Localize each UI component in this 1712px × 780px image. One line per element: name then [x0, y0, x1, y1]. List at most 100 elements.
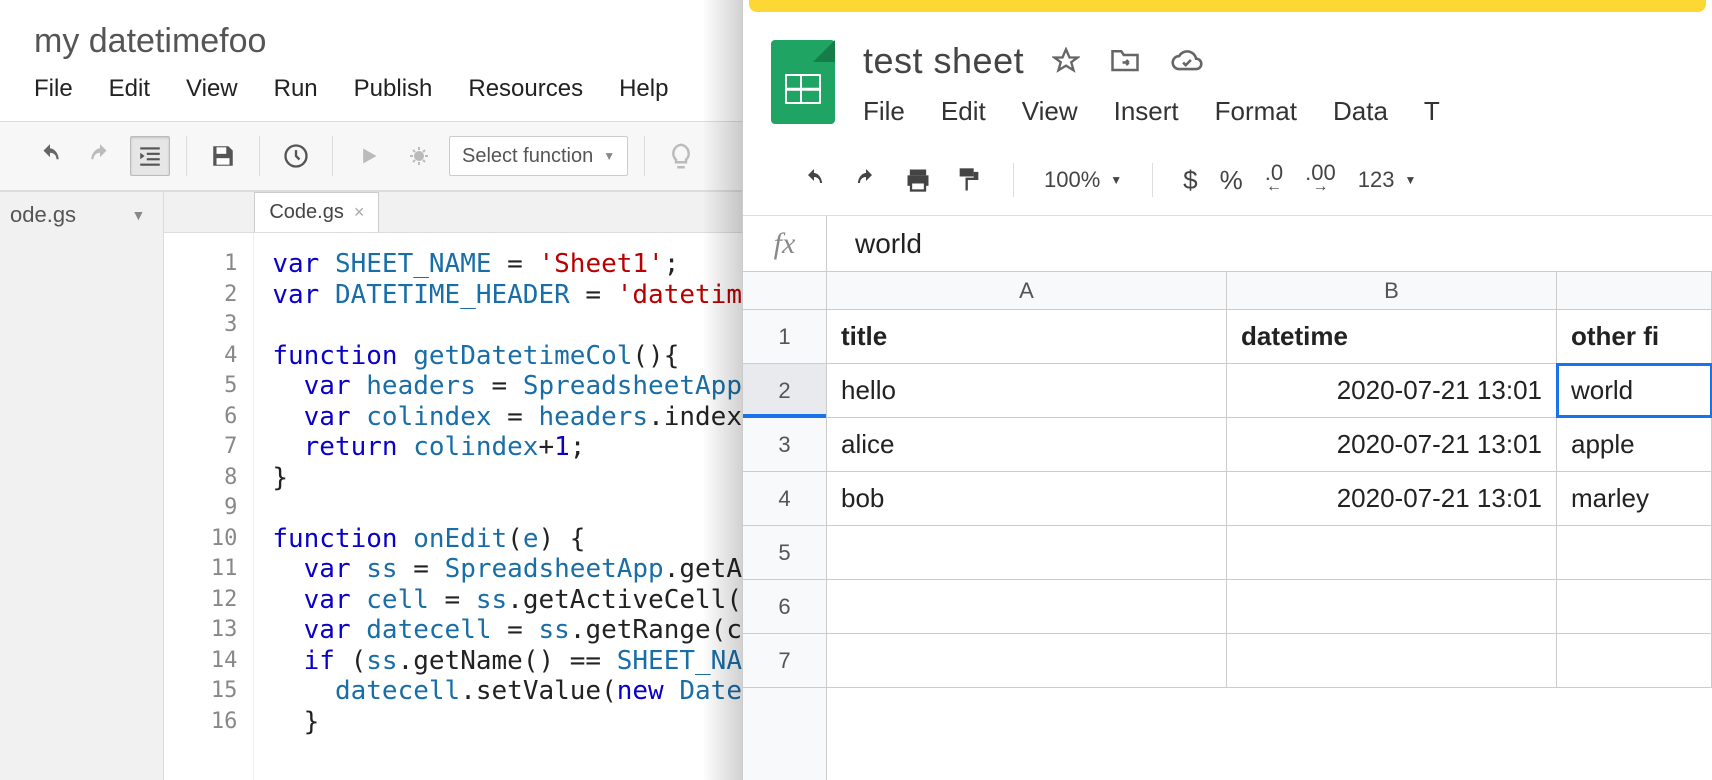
row-header-3[interactable]: 3 [743, 418, 826, 472]
sheets-menu-file[interactable]: File [863, 96, 905, 127]
col-header-c[interactable] [1557, 272, 1712, 309]
save-icon[interactable] [203, 136, 243, 176]
editor-toolbar: Select function ▼ [0, 121, 742, 191]
paint-format-icon[interactable] [955, 165, 983, 195]
sheets-menu-format[interactable]: Format [1215, 96, 1297, 127]
caret-down-icon: ▼ [603, 149, 615, 163]
menu-edit[interactable]: Edit [109, 75, 150, 103]
code-line[interactable]: var ss = SpreadsheetApp.getA [272, 554, 742, 585]
redo-icon[interactable] [851, 168, 881, 192]
cell-b7[interactable] [1227, 634, 1557, 687]
cell-c7[interactable] [1557, 634, 1712, 687]
cell-b3[interactable]: 2020-07-21 13:01 [1227, 418, 1557, 471]
cell-c6[interactable] [1557, 580, 1712, 633]
sheets-menu-view[interactable]: View [1022, 96, 1078, 127]
sheets-menu-insert[interactable]: Insert [1114, 96, 1179, 127]
menu-resources[interactable]: Resources [468, 75, 583, 103]
code-editor[interactable]: 12345678910111213141516 var SHEET_NAME =… [164, 233, 742, 780]
cell-a7[interactable] [827, 634, 1227, 687]
menu-run[interactable]: Run [274, 75, 318, 103]
cell-b5[interactable] [1227, 526, 1557, 579]
document-title[interactable]: test sheet [863, 40, 1024, 82]
cell-a3[interactable]: alice [827, 418, 1227, 471]
select-function-dropdown[interactable]: Select function ▼ [449, 136, 628, 176]
close-icon[interactable]: × [354, 202, 365, 223]
fx-icon[interactable]: fx [743, 216, 827, 271]
menu-view[interactable]: View [186, 75, 238, 103]
indent-icon[interactable] [130, 136, 170, 176]
lightbulb-icon[interactable] [661, 136, 701, 176]
triggers-icon[interactable] [276, 136, 316, 176]
code-line[interactable]: function onEdit(e) { [272, 524, 742, 555]
row-header-1[interactable]: 1 [743, 310, 826, 364]
code-line[interactable] [272, 493, 742, 524]
cell-b1[interactable]: datetime [1227, 310, 1557, 363]
cell-b6[interactable] [1227, 580, 1557, 633]
print-icon[interactable] [903, 166, 933, 194]
code-line[interactable]: var cell = ss.getActiveCell( [272, 585, 742, 616]
decrease-decimal[interactable]: .0 ← [1265, 166, 1283, 194]
run-icon[interactable] [349, 136, 389, 176]
code-line[interactable]: var SHEET_NAME = 'Sheet1'; [272, 249, 742, 280]
project-title[interactable]: my datetimefoo [0, 0, 742, 75]
sheets-menu-data[interactable]: Data [1333, 96, 1388, 127]
code-line[interactable]: var headers = SpreadsheetApp [272, 371, 742, 402]
code-line[interactable]: var datecell = ss.getRange(c [272, 615, 742, 646]
tab-code-gs[interactable]: Code.gs × [254, 192, 379, 232]
row-header-6[interactable]: 6 [743, 580, 826, 634]
cell-c3[interactable]: apple [1557, 418, 1712, 471]
menu-publish[interactable]: Publish [354, 75, 433, 103]
file-item[interactable]: ode.gs ▼ [0, 192, 163, 238]
spreadsheet-grid[interactable]: 1 234567 A B title datetime other fi hel… [743, 272, 1712, 780]
more-formats-dropdown[interactable]: 123 ▼ [1358, 167, 1417, 193]
caret-down-icon: ▼ [1404, 173, 1416, 187]
star-icon[interactable] [1052, 47, 1080, 75]
files-sidebar: ode.gs ▼ [0, 192, 164, 780]
cell-c1[interactable]: other fi [1557, 310, 1712, 363]
row-header-4[interactable]: 4 [743, 472, 826, 526]
zoom-dropdown[interactable]: 100% ▼ [1044, 167, 1122, 193]
sheets-menu-edit[interactable]: Edit [941, 96, 986, 127]
undo-icon[interactable] [30, 136, 70, 176]
code-line[interactable]: return colindex+1; [272, 432, 742, 463]
code-line[interactable]: datecell.setValue(new Date [272, 676, 742, 707]
increase-decimal[interactable]: .00 → [1305, 166, 1336, 194]
code-line[interactable]: } [272, 707, 742, 738]
code-line[interactable]: var colindex = headers.index [272, 402, 742, 433]
cloud-saved-icon[interactable] [1170, 47, 1204, 75]
code-line[interactable] [272, 310, 742, 341]
row-header-2[interactable]: 2 [743, 364, 826, 418]
move-icon[interactable] [1110, 47, 1140, 75]
code-line[interactable]: function getDatetimeCol(){ [272, 341, 742, 372]
formula-input[interactable]: world [827, 228, 1712, 260]
row-header-5[interactable]: 5 [743, 526, 826, 580]
row-header-7[interactable]: 7 [743, 634, 826, 688]
cell-b4[interactable]: 2020-07-21 13:01 [1227, 472, 1557, 525]
col-header-a[interactable]: A [827, 272, 1227, 309]
menu-help[interactable]: Help [619, 75, 668, 103]
code-line[interactable]: var DATETIME_HEADER = 'datetim [272, 280, 742, 311]
cell-a2[interactable]: hello [827, 364, 1227, 417]
debug-icon[interactable] [399, 136, 439, 176]
cell-a4[interactable]: bob [827, 472, 1227, 525]
format-percent[interactable]: % [1220, 165, 1243, 196]
redo-icon[interactable] [80, 136, 120, 176]
col-header-b[interactable]: B [1227, 272, 1557, 309]
sheets-logo-icon[interactable] [771, 40, 835, 124]
sheets-menu-more[interactable]: T [1424, 96, 1440, 127]
format-currency[interactable]: $ [1183, 165, 1197, 196]
cell-a5[interactable] [827, 526, 1227, 579]
cell-c5[interactable] [1557, 526, 1712, 579]
cell-a1[interactable]: title [827, 310, 1227, 363]
editor-menubar: File Edit View Run Publish Resources Hel… [0, 75, 742, 121]
code-line[interactable]: if (ss.getName() == SHEET_NA [272, 646, 742, 677]
undo-icon[interactable] [799, 168, 829, 192]
select-all-corner[interactable] [743, 272, 826, 310]
cell-a6[interactable] [827, 580, 1227, 633]
code-content[interactable]: var SHEET_NAME = 'Sheet1';var DATETIME_H… [254, 233, 742, 780]
cell-c2[interactable]: world [1557, 364, 1712, 417]
menu-file[interactable]: File [34, 75, 73, 103]
cell-b2[interactable]: 2020-07-21 13:01 [1227, 364, 1557, 417]
cell-c4[interactable]: marley [1557, 472, 1712, 525]
code-line[interactable]: } [272, 463, 742, 494]
